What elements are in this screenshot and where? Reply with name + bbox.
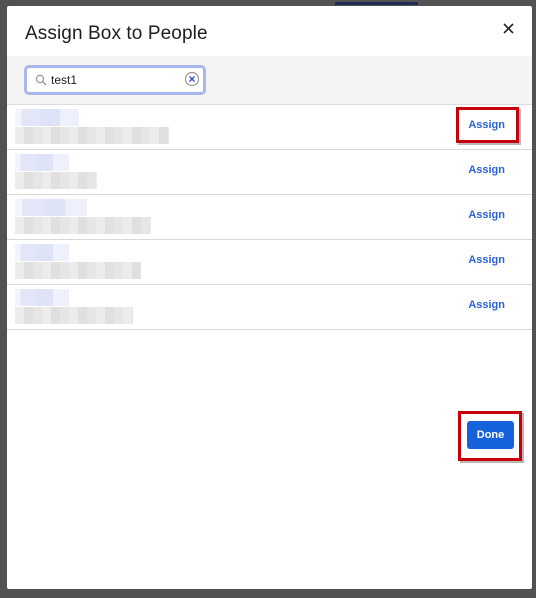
list-item: Assign	[7, 150, 532, 195]
modal-title: Assign Box to People	[25, 23, 208, 44]
person-name-redacted	[15, 244, 69, 261]
list-item: Assign	[7, 105, 532, 150]
people-list: Assign Assign Assign Assign Assign	[7, 105, 532, 330]
person-name-redacted	[15, 199, 87, 216]
search-icon	[35, 74, 47, 86]
modal-header: Assign Box to People	[7, 6, 532, 56]
assign-button[interactable]: Assign	[468, 164, 505, 176]
person-detail-redacted	[15, 217, 151, 234]
person-detail-redacted	[15, 262, 141, 279]
person-name-redacted	[15, 109, 79, 126]
done-button[interactable]: Done	[467, 421, 514, 449]
close-button[interactable]	[500, 20, 516, 36]
list-item: Assign	[7, 285, 532, 330]
search-field[interactable]	[24, 65, 206, 95]
close-icon	[502, 22, 514, 34]
assign-button[interactable]: Assign	[468, 209, 505, 221]
clear-circle-x-icon	[189, 76, 195, 82]
person-name-redacted	[15, 289, 69, 306]
person-detail-redacted	[15, 127, 169, 144]
clear-search-button[interactable]	[185, 72, 199, 86]
assign-button[interactable]: Assign	[468, 254, 505, 266]
assign-button[interactable]: Assign	[468, 299, 505, 311]
person-detail-redacted	[15, 307, 133, 324]
person-name-redacted	[15, 154, 69, 171]
list-item: Assign	[7, 195, 532, 240]
assign-button[interactable]: Assign	[468, 119, 505, 131]
list-item: Assign	[7, 240, 532, 285]
search-bar	[7, 56, 532, 105]
search-input[interactable]	[47, 73, 181, 87]
assign-box-modal: Assign Box to People test1 Assign Assign…	[7, 6, 532, 589]
background-tab-indicator	[335, 2, 418, 5]
person-detail-redacted	[15, 172, 97, 189]
